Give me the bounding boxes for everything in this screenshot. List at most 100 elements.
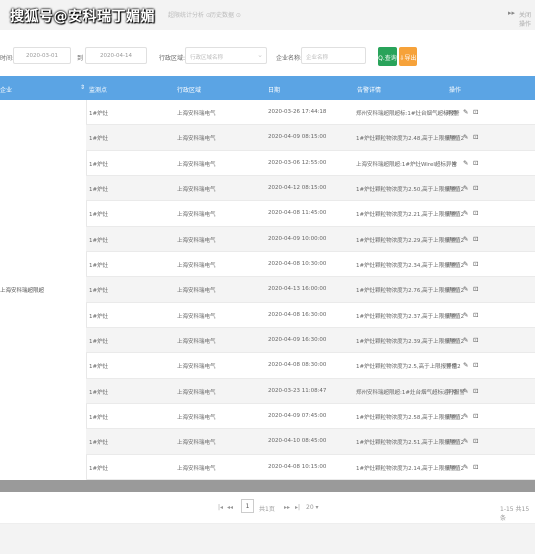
status-text: 异常 bbox=[446, 364, 458, 371]
page-number-input[interactable]: 1 bbox=[241, 499, 254, 513]
location-icon[interactable]: ⊡ bbox=[473, 387, 478, 395]
last-page-icon[interactable]: ▸| bbox=[295, 504, 300, 511]
detail-icon[interactable]: ✎ bbox=[463, 361, 468, 369]
date-cell: 2020-04-08 08:30:00 bbox=[268, 362, 327, 369]
detail-icon[interactable]: ✎ bbox=[463, 133, 468, 141]
location-icon[interactable]: ⊡ bbox=[473, 108, 478, 116]
location-icon[interactable]: ⊡ bbox=[473, 209, 478, 217]
detail-icon[interactable]: ✎ bbox=[463, 184, 468, 192]
end-date-input[interactable]: 2020-04-14 bbox=[85, 47, 147, 64]
search-button[interactable]: Q.查询 bbox=[378, 47, 397, 66]
monitor-point-cell: 1#炉灶 bbox=[89, 389, 109, 396]
detail-icon[interactable]: ✎ bbox=[463, 336, 468, 344]
status-text: 异常 bbox=[446, 237, 458, 244]
date-cell: 2020-03-23 11:08:47 bbox=[268, 387, 327, 394]
page-size-select[interactable]: 20 ▾ bbox=[306, 504, 319, 511]
table-row[interactable]: 1#炉灶 上海安科瑞电气 2020-04-09 10:00:00 1#炉灶颗粒物浓度为… bbox=[86, 226, 535, 252]
location-icon[interactable]: ⊡ bbox=[473, 260, 478, 268]
location-icon[interactable]: ⊡ bbox=[473, 463, 478, 471]
detail-icon[interactable]: ✎ bbox=[463, 159, 468, 167]
prev-page-icon[interactable]: ◂◂ bbox=[227, 504, 233, 511]
region-cell: 上海安科瑞电气 bbox=[177, 313, 216, 320]
region-cell: 上海安科瑞电气 bbox=[177, 364, 216, 371]
date-cell: 2020-04-08 16:30:00 bbox=[268, 311, 327, 318]
tab-history-data[interactable]: 历史数据 ⊙ bbox=[210, 10, 241, 19]
location-icon[interactable]: ⊡ bbox=[473, 159, 478, 167]
tab-exceed-analysis[interactable]: 超限统计分析 ⊙ bbox=[168, 10, 211, 19]
table-row[interactable]: 1#炉灶 上海安科瑞电气 2020-04-08 10:15:00 1#炉灶颗粒物浓度为… bbox=[86, 455, 535, 480]
first-page-icon[interactable]: |◂ bbox=[218, 504, 223, 511]
next-page-icon[interactable]: ▸▸ bbox=[284, 504, 290, 511]
location-icon[interactable]: ⊡ bbox=[473, 336, 478, 344]
date-cell: 2020-04-13 16:00:00 bbox=[268, 286, 327, 293]
detail-icon[interactable]: ✎ bbox=[463, 285, 468, 293]
header-region: 行政区域 bbox=[177, 87, 202, 94]
region-cell: 上海安科瑞电气 bbox=[177, 263, 216, 269]
region-cell: 上海安科瑞电气 bbox=[177, 288, 216, 295]
detail-icon[interactable]: ✎ bbox=[463, 412, 468, 420]
table-row[interactable]: 1#炉灶 上海安科瑞电气 2020-03-06 12:55:00 上海安科瑞超限超:1… bbox=[86, 151, 535, 176]
table-row[interactable]: 1#炉灶 上海安科瑞电气 2020-03-23 11:08:47 郑州安科瑞超限超:1… bbox=[86, 378, 535, 404]
region-cell: 上海安科瑞电气 bbox=[177, 389, 216, 396]
date-cell: 2020-04-09 08:15:00 bbox=[268, 134, 327, 141]
close-operations-link[interactable]: 关闭操作 bbox=[519, 10, 535, 28]
monitor-point-cell: 1#炉灶 bbox=[89, 288, 109, 295]
sort-icon[interactable]: ⇕ bbox=[80, 84, 85, 91]
status-text: 异常 bbox=[446, 111, 458, 117]
detail-icon[interactable]: ✎ bbox=[463, 387, 468, 395]
table-row[interactable]: 1#炉灶 上海安科瑞电气 2020-04-09 16:30:00 1#炉灶颗粒物浓度为… bbox=[86, 328, 535, 354]
region-label: 行政区域: bbox=[159, 55, 186, 62]
table-row[interactable]: 1#炉灶 上海安科瑞电气 2020-04-13 16:00:00 1#炉灶颗粒物浓度为… bbox=[86, 277, 535, 303]
start-date-input[interactable]: 2020-03-01 bbox=[13, 47, 71, 64]
time-label: 时间: bbox=[0, 55, 15, 62]
location-icon[interactable]: ⊡ bbox=[473, 412, 478, 420]
watermark-text: 搜狐号@安科瑞丁媚媚 bbox=[10, 9, 155, 25]
detail-icon[interactable]: ✎ bbox=[463, 235, 468, 243]
export-button[interactable]: ⇩导出 bbox=[399, 47, 417, 66]
forward-icon[interactable]: ▸▸ bbox=[508, 9, 515, 17]
monitor-point-cell: 1#炉灶 bbox=[89, 313, 109, 320]
table-body: 上海安科瑞超限超 1#炉灶 上海安科瑞电气 2020-03-26 17:44:18 郑… bbox=[0, 100, 535, 480]
monitor-point-cell: 1#炉灶 bbox=[89, 364, 109, 371]
location-icon[interactable]: ⊡ bbox=[473, 361, 478, 369]
date-cell: 2020-04-08 10:30:00 bbox=[268, 261, 327, 267]
location-icon[interactable]: ⊡ bbox=[473, 437, 478, 445]
date-cell: 2020-04-09 07:45:00 bbox=[268, 413, 327, 419]
location-icon[interactable]: ⊡ bbox=[473, 133, 478, 141]
region-cell: 上海安科瑞电气 bbox=[177, 440, 216, 447]
location-icon[interactable]: ⊡ bbox=[473, 311, 478, 319]
table-row[interactable]: 1#炉灶 上海安科瑞电气 2020-04-10 08:45:00 1#炉灶颗粒物浓度为… bbox=[86, 429, 535, 455]
detail-icon[interactable]: ✎ bbox=[463, 437, 468, 445]
table-row[interactable]: 1#炉灶 上海安科瑞电气 2020-03-26 17:44:18 郑州安科瑞超限超标:… bbox=[86, 100, 535, 126]
location-icon[interactable]: ⊡ bbox=[473, 235, 478, 243]
monitor-point-cell: 1#炉灶 bbox=[89, 339, 109, 345]
status-text: 异常 bbox=[446, 161, 458, 168]
header-company: 企业 bbox=[0, 87, 13, 94]
region-select[interactable]: 行政区域名称 ⌄ bbox=[185, 47, 267, 64]
top-bar: 搜狐号@安科瑞丁媚媚 超限统计分析 ⊙ 历史数据 ⊙ ▸▸ 关闭操作 bbox=[0, 0, 535, 31]
table-row[interactable]: 1#炉灶 上海安科瑞电气 2020-04-09 07:45:00 1#炉灶颗粒物浓度为… bbox=[86, 404, 535, 430]
table-row[interactable]: 1#炉灶 上海安科瑞电气 2020-04-08 08:30:00 1#炉灶颗粒物浓度为… bbox=[86, 353, 535, 379]
region-cell: 上海安科瑞电气 bbox=[177, 187, 216, 193]
region-cell: 上海安科瑞电气 bbox=[177, 111, 216, 117]
total-pages: 共1页 bbox=[259, 506, 275, 513]
monitor-point-cell: 1#炉灶 bbox=[89, 136, 109, 143]
detail-icon[interactable]: ✎ bbox=[463, 260, 468, 268]
detail-icon[interactable]: ✎ bbox=[463, 108, 468, 116]
footer-area bbox=[0, 524, 535, 554]
table-row[interactable]: 1#炉灶 上海安科瑞电气 2020-04-08 16:30:00 1#炉灶颗粒物浓度为… bbox=[86, 303, 535, 328]
table-row[interactable]: 1#炉灶 上海安科瑞电气 2020-04-08 10:30:00 1#炉灶颗粒物浓度为… bbox=[86, 252, 535, 278]
location-icon[interactable]: ⊡ bbox=[473, 285, 478, 293]
region-cell: 上海安科瑞电气 bbox=[177, 465, 216, 472]
horizontal-scrollbar[interactable] bbox=[0, 480, 535, 492]
detail-icon[interactable]: ✎ bbox=[463, 311, 468, 319]
record-summary: 1-15 共15条 bbox=[500, 506, 530, 522]
region-cell: 上海安科瑞电气 bbox=[177, 415, 216, 421]
table-row[interactable]: 1#炉灶 上海安科瑞电气 2020-04-09 08:15:00 1#炉灶颗粒物浓度为… bbox=[86, 125, 535, 151]
location-icon[interactable]: ⊡ bbox=[473, 184, 478, 192]
table-row[interactable]: 1#炉灶 上海安科瑞电气 2020-04-08 11:45:00 1#炉灶颗粒物浓度为… bbox=[86, 201, 535, 227]
company-input[interactable]: 企业名称 bbox=[301, 47, 366, 64]
detail-icon[interactable]: ✎ bbox=[463, 463, 468, 471]
table-row[interactable]: 1#炉灶 上海安科瑞电气 2020-04-12 08:15:00 1#炉灶颗粒物浓度为… bbox=[86, 176, 535, 202]
detail-icon[interactable]: ✎ bbox=[463, 209, 468, 217]
